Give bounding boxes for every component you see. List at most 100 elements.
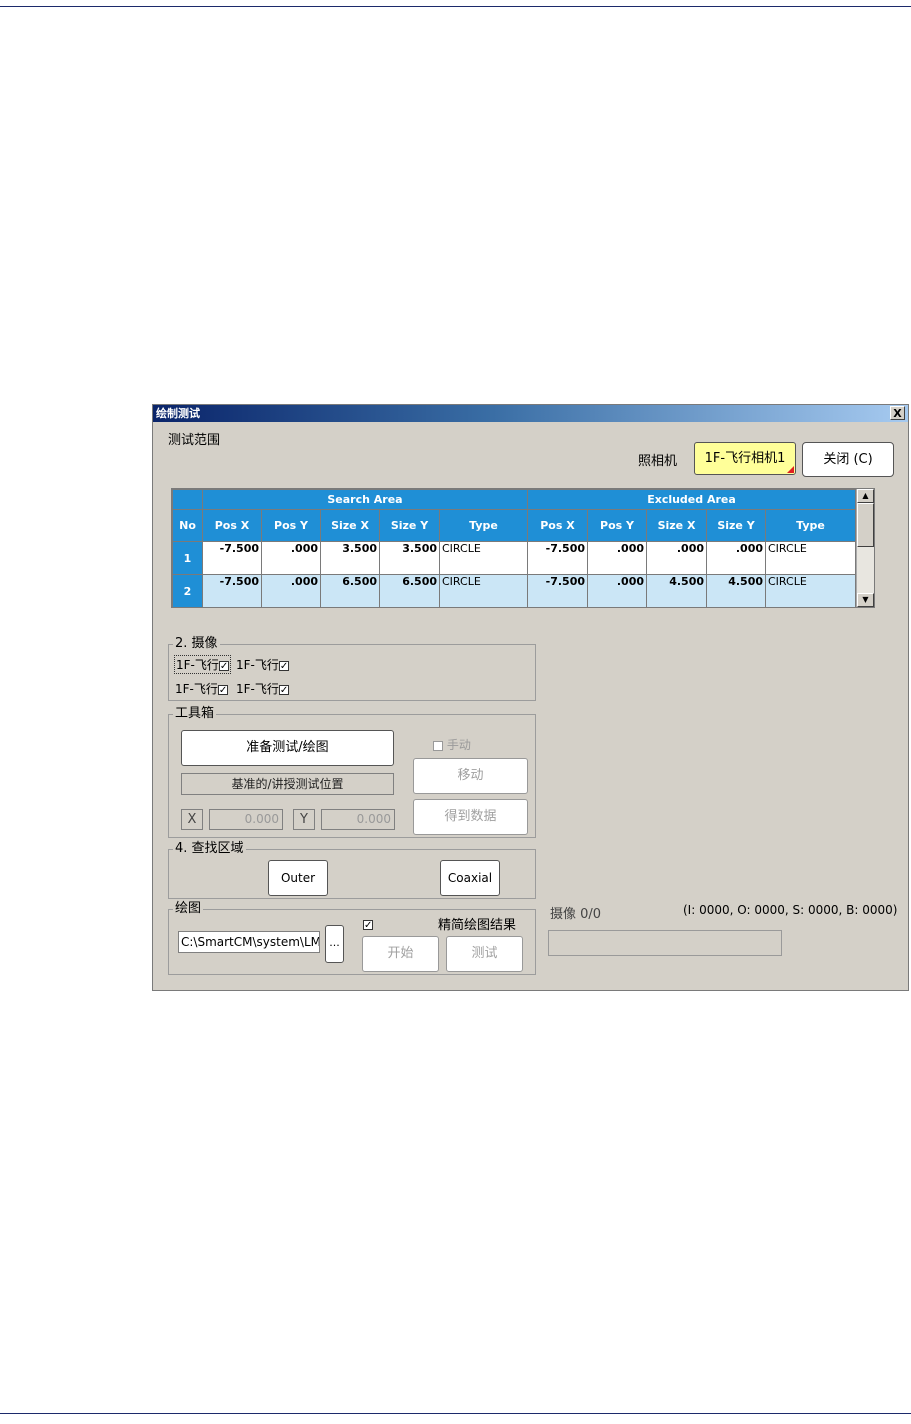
- test-range-label: 测试范围: [168, 433, 221, 448]
- search-area-title: 4. 查找区域: [173, 841, 246, 857]
- camera-group-title: 2. 摄像: [173, 636, 220, 652]
- table-cell[interactable]: .000: [587, 574, 647, 607]
- outer-button[interactable]: Outer: [268, 860, 328, 896]
- grid-corner: [172, 489, 203, 510]
- table-cell[interactable]: .000: [587, 541, 647, 575]
- column-header-excluded-pos-x: Pos X: [527, 509, 588, 542]
- scroll-up-button[interactable]: ▲: [857, 489, 874, 503]
- search-area-header: Search Area: [202, 489, 528, 510]
- area-table: Search Area Excluded Area No Pos X Pos Y…: [172, 489, 856, 607]
- column-header-size-x: Size X: [320, 509, 380, 542]
- checkbox-checked-icon: ✓: [278, 684, 289, 696]
- draw-test-dialog: 绘制测试 X 测试范围 照相机 1F-飞行相机1 关闭 (C) Search A…: [152, 404, 909, 991]
- table-cell[interactable]: -7.500: [527, 574, 588, 607]
- browse-button[interactable]: ...: [325, 925, 344, 963]
- title-bar: 绘制测试 X: [153, 405, 908, 422]
- table-cell[interactable]: .000: [261, 541, 321, 575]
- table-cell[interactable]: .000: [706, 541, 766, 575]
- checkbox-checked-icon: ✓: [217, 684, 228, 696]
- camera-checkbox-label: 1F-飞行: [175, 682, 218, 696]
- table-cell[interactable]: CIRCLE: [765, 541, 856, 575]
- table-row[interactable]: 1 -7.500 .000 3.500 3.500 CIRCLE -7.500 …: [172, 541, 856, 575]
- table-cell[interactable]: 4.500: [706, 574, 766, 607]
- checkbox-checked-icon: ✓: [218, 660, 229, 672]
- scroll-thumb[interactable]: [857, 503, 874, 547]
- row-number: 2: [172, 574, 203, 607]
- move-button[interactable]: 移动: [413, 758, 528, 794]
- table-cell[interactable]: -7.500: [527, 541, 588, 575]
- manual-checkbox[interactable]: 手动: [433, 736, 471, 753]
- camera-checkbox-label: 1F-飞行: [176, 658, 219, 672]
- column-header-excluded-pos-y: Pos Y: [587, 509, 647, 542]
- drawing-path-field[interactable]: C:\SmartCM\system\LM_f: [178, 931, 320, 953]
- checkbox-checked-icon: ✓: [278, 660, 289, 672]
- camera-checkbox-label: 1F-飞行: [236, 682, 279, 696]
- progress-bar: [548, 930, 782, 956]
- table-cell[interactable]: 4.500: [646, 574, 707, 607]
- x-position-field[interactable]: 0.000: [209, 809, 283, 830]
- get-data-button[interactable]: 得到数据: [413, 799, 528, 835]
- table-cell[interactable]: 3.500: [320, 541, 380, 575]
- page-top-rule: [0, 6, 911, 7]
- column-header-excluded-type: Type: [765, 509, 856, 542]
- camera-group: 2. 摄像 1F-飞行✓ 1F-飞行✓ 1F-飞行✓ 1F-飞行✓: [168, 636, 536, 701]
- drawing-title: 绘图: [173, 901, 204, 917]
- toolbox-title: 工具箱: [173, 706, 217, 722]
- column-header-size-y: Size Y: [379, 509, 440, 542]
- column-header-pos-y: Pos Y: [261, 509, 321, 542]
- toolbox-group: 工具箱 准备测试/绘图 手动 移动 基准的/讲授测试位置 X 0.000 Y 0…: [168, 706, 536, 838]
- table-cell[interactable]: -7.500: [202, 574, 262, 607]
- manual-label: 手动: [446, 738, 471, 752]
- close-icon: X: [893, 407, 902, 420]
- excluded-area-header: Excluded Area: [527, 489, 856, 510]
- table-cell[interactable]: 6.500: [320, 574, 380, 607]
- table-row[interactable]: 2 -7.500 .000 6.500 6.500 CIRCLE -7.500 …: [172, 574, 856, 607]
- close-window-button[interactable]: X: [890, 406, 905, 420]
- test-button[interactable]: 测试: [446, 936, 523, 972]
- prepare-test-button[interactable]: 准备测试/绘图: [181, 730, 394, 766]
- camera-checkbox-3[interactable]: 1F-飞行✓: [175, 680, 228, 697]
- grid-scrollbar[interactable]: ▲ ▼: [856, 489, 874, 607]
- camera-select-button[interactable]: 1F-飞行相机1: [694, 442, 796, 475]
- stats-text: (I: 0000, O: 0000, S: 0000, B: 0000): [683, 903, 898, 917]
- drawing-group: 绘图 C:\SmartCM\system\LM_f ... ✓ 精简绘图结果 开…: [168, 901, 536, 975]
- table-cell[interactable]: .000: [646, 541, 707, 575]
- column-header-type: Type: [439, 509, 528, 542]
- column-header-no: No: [172, 509, 203, 542]
- camera-checkbox-label: 1F-飞行: [236, 658, 279, 672]
- camera-checkbox-2[interactable]: 1F-飞行✓: [236, 656, 289, 673]
- column-header-pos-x: Pos X: [202, 509, 262, 542]
- camera-checkbox-1[interactable]: 1F-飞行✓: [174, 655, 231, 674]
- scroll-down-button[interactable]: ▼: [857, 593, 874, 607]
- coaxial-button[interactable]: Coaxial: [440, 860, 500, 896]
- checkbox-checked-icon: ✓: [363, 919, 373, 931]
- table-cell[interactable]: CIRCLE: [439, 541, 528, 575]
- simplify-label: 精简绘图结果: [438, 918, 517, 933]
- table-cell[interactable]: -7.500: [202, 541, 262, 575]
- close-button[interactable]: 关闭 (C): [802, 442, 894, 477]
- column-header-excluded-size-x: Size X: [646, 509, 707, 542]
- reference-position-label: 基准的/讲授测试位置: [181, 773, 394, 795]
- table-cell[interactable]: 3.500: [379, 541, 440, 575]
- y-axis-label: Y: [293, 809, 315, 830]
- area-grid[interactable]: Search Area Excluded Area No Pos X Pos Y…: [171, 488, 875, 608]
- simplify-checkbox[interactable]: ✓: [363, 917, 373, 931]
- checkbox-unchecked-icon: [433, 740, 443, 751]
- y-position-field[interactable]: 0.000: [321, 809, 395, 830]
- table-cell[interactable]: CIRCLE: [765, 574, 856, 607]
- table-cell[interactable]: CIRCLE: [439, 574, 528, 607]
- table-cell[interactable]: 6.500: [379, 574, 440, 607]
- camera-label: 照相机: [638, 454, 678, 469]
- arrow-down-icon: ▼: [862, 595, 869, 604]
- camera-counter: 摄像 0/0: [550, 907, 602, 922]
- arrow-up-icon: ▲: [862, 491, 869, 500]
- column-header-excluded-size-y: Size Y: [706, 509, 766, 542]
- start-button[interactable]: 开始: [362, 936, 439, 972]
- search-area-group: 4. 查找区域 Outer Coaxial: [168, 841, 536, 899]
- table-cell[interactable]: .000: [261, 574, 321, 607]
- x-axis-label: X: [181, 809, 203, 830]
- page-bottom-rule: [0, 1413, 911, 1414]
- row-number: 1: [172, 541, 203, 575]
- window-title: 绘制测试: [156, 407, 200, 420]
- camera-checkbox-4[interactable]: 1F-飞行✓: [236, 680, 289, 697]
